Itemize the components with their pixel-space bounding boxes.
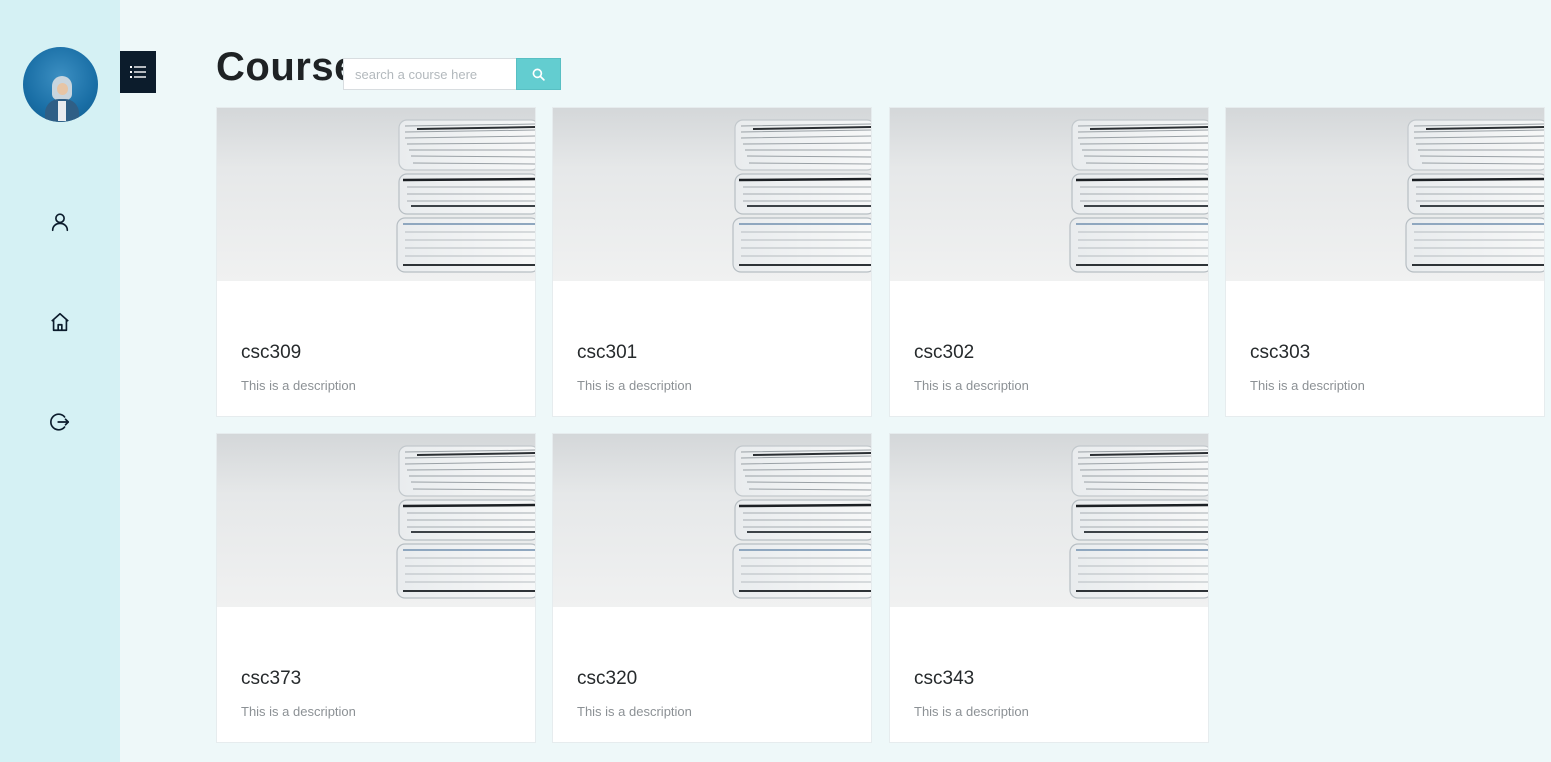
course-card-title: csc301 [577,342,638,363]
course-card[interactable]: csc373 This is a description [216,433,536,743]
course-card-image [553,108,871,281]
page-title: Course [216,45,357,89]
course-card-image [890,434,1208,607]
avatar[interactable] [23,47,98,122]
course-card-title: csc373 [241,668,302,689]
course-card-description: This is a description [914,378,1029,393]
logout-icon[interactable] [48,410,72,434]
course-card-image [553,434,871,607]
course-card-description: This is a description [914,704,1029,719]
course-card-title: csc343 [914,668,975,689]
course-card-description: This is a description [241,704,356,719]
search-button[interactable] [516,58,561,90]
user-icon[interactable] [48,210,72,234]
course-card-title: csc303 [1250,342,1311,363]
course-card[interactable]: csc343 This is a description [889,433,1209,743]
course-card-description: This is a description [577,704,692,719]
course-card-image [890,108,1208,281]
course-card[interactable]: csc301 This is a description [552,107,872,417]
course-card-title: csc302 [914,342,975,363]
course-card-image [217,434,535,607]
course-card-image [1226,108,1544,281]
course-card-description: This is a description [241,378,356,393]
course-card-description: This is a description [577,378,692,393]
home-icon[interactable] [48,310,72,334]
search-icon [532,68,545,81]
course-card-description: This is a description [1250,378,1365,393]
menu-toggle-button[interactable] [120,51,156,93]
course-card[interactable]: csc302 This is a description [889,107,1209,417]
list-icon [130,66,146,78]
course-card-image [217,108,535,281]
course-card[interactable]: csc309 This is a description [216,107,536,417]
course-card[interactable]: csc303 This is a description [1225,107,1545,417]
sidebar [0,0,120,762]
course-card-title: csc320 [577,668,638,689]
course-card[interactable]: csc320 This is a description [552,433,872,743]
search-input[interactable] [343,58,517,90]
course-card-title: csc309 [241,342,302,363]
